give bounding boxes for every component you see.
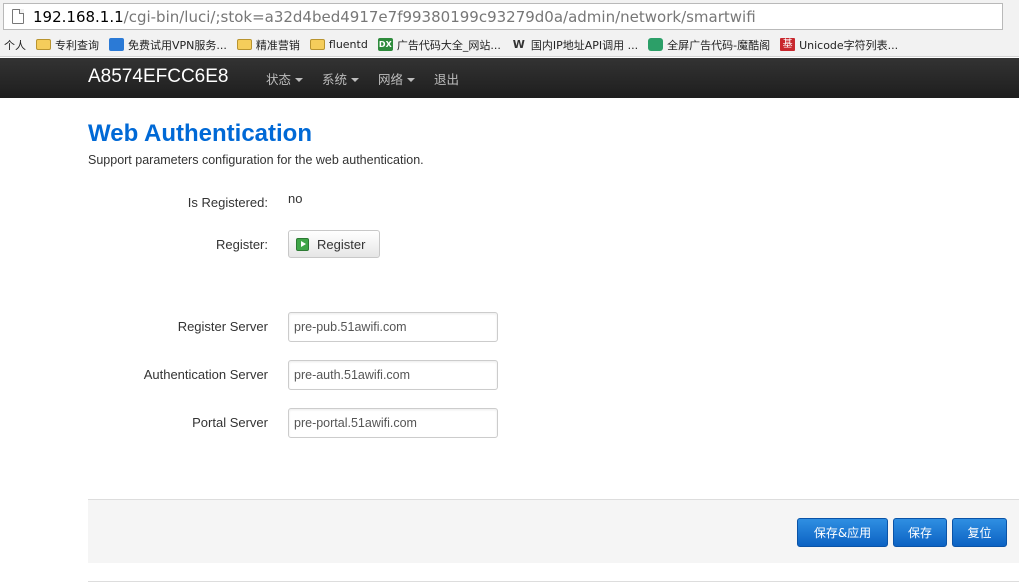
register-server-input[interactable] [288, 312, 498, 342]
nav-logout[interactable]: 退出 [434, 69, 459, 88]
folder-icon [309, 39, 325, 50]
save-apply-button[interactable]: 保存&应用 [797, 518, 888, 547]
url-path: /cgi-bin/luci/;stok=a32d4bed4917e7f99380… [123, 7, 756, 26]
brand-hostname[interactable]: A8574EFCC6E8 [88, 66, 228, 88]
bookmark-personal[interactable]: 个人 [4, 37, 26, 53]
caret-down-icon [295, 77, 304, 82]
nav-network-label: 网络 [378, 72, 404, 87]
register-button-label: Register [317, 236, 366, 252]
form-actions: 保存&应用 保存 复位 [88, 499, 1019, 563]
bookmark-label: 广告代码大全_网站... [396, 38, 501, 52]
mk-icon [648, 38, 664, 51]
vpn-icon [109, 38, 124, 51]
nav-system-label: 系统 [322, 72, 348, 87]
w-icon: W [512, 38, 525, 51]
bookmark-label: Unicode字符列表... [799, 38, 899, 52]
nav-network[interactable]: 网络 [378, 69, 416, 88]
dx-icon: DX [377, 38, 393, 51]
play-icon [296, 237, 309, 251]
bookmark-label: 个人 [4, 38, 26, 52]
url-text[interactable]: 192.168.1.1/cgi-bin/luci/;stok=a32d4bed4… [33, 8, 756, 26]
bookmark-fluentd[interactable]: fluentd [309, 38, 368, 51]
browser-address-bar: 192.168.1.1/cgi-bin/luci/;stok=a32d4bed4… [0, 0, 1019, 33]
page-title: Web Authentication [88, 120, 312, 147]
page-description: Support parameters configuration for the… [88, 153, 424, 167]
caret-down-icon [351, 77, 360, 82]
bookmarks-bar: 个人 专利查询 免费试用VPN服务... 精准营销 fluentd DX 广告代码… [0, 33, 1019, 57]
folder-icon [36, 39, 51, 50]
bookmark-fullscreen-ad[interactable]: 全屏广告代码-魔酷阁 [648, 37, 770, 53]
folder-icon [236, 39, 252, 50]
nav-status-label: 状态 [266, 72, 292, 87]
page-icon [12, 9, 24, 24]
top-navbar: A8574EFCC6E8 状态 系统 网络 退出 [0, 58, 1019, 98]
bookmark-label: 免费试用VPN服务... [128, 38, 227, 52]
url-host: 192.168.1.1 [33, 7, 124, 26]
nav-menu: 状态 系统 网络 退出 [266, 69, 478, 88]
caret-down-icon [407, 77, 416, 82]
bookmark-ad-code[interactable]: DX 广告代码大全_网站... [377, 37, 501, 53]
is-registered-label: Is Registered: [187, 195, 268, 210]
bookmark-label: 国内IP地址API调用 ... [530, 38, 639, 52]
ji-icon: 基 [780, 38, 796, 51]
auth-server-input[interactable] [288, 360, 498, 390]
save-button[interactable]: 保存 [893, 518, 947, 547]
auth-server-label: Authentication Server [143, 367, 268, 382]
reset-button[interactable]: 复位 [952, 518, 1007, 547]
bookmark-label: 全屏广告代码-魔酷阁 [667, 38, 771, 52]
footer-divider [88, 581, 1019, 582]
bookmark-marketing[interactable]: 精准营销 [236, 37, 300, 53]
bookmark-ip-api[interactable]: W 国内IP地址API调用 ... [511, 37, 638, 53]
register-label: Register: [215, 237, 268, 252]
nav-system[interactable]: 系统 [322, 69, 360, 88]
bookmark-unicode[interactable]: 基 Unicode字符列表... [780, 37, 898, 53]
bookmark-label: 专利查询 [55, 38, 99, 52]
bookmark-patent[interactable]: 专利查询 [36, 37, 99, 53]
bookmark-label: fluentd [328, 38, 368, 51]
nav-status[interactable]: 状态 [266, 69, 304, 88]
portal-server-label: Portal Server [192, 415, 268, 430]
register-button[interactable]: Register [288, 230, 380, 258]
url-field[interactable]: 192.168.1.1/cgi-bin/luci/;stok=a32d4bed4… [3, 3, 1003, 30]
bookmark-label: 精准营销 [255, 38, 300, 52]
nav-logout-label: 退出 [434, 72, 460, 87]
is-registered-value: no [288, 191, 303, 206]
register-server-label: Register Server [177, 319, 268, 334]
bookmark-vpn[interactable]: 免费试用VPN服务... [109, 37, 227, 53]
portal-server-input[interactable] [288, 408, 498, 438]
